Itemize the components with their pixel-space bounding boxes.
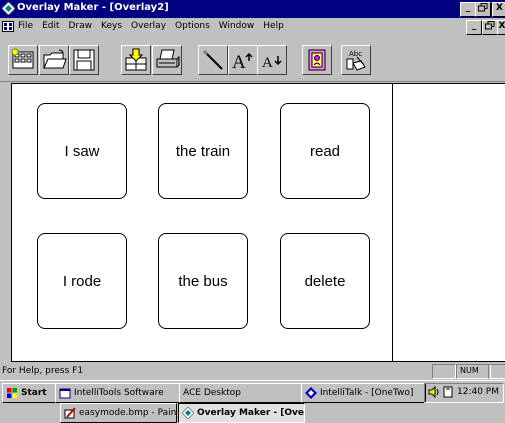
print-button[interactable] <box>152 45 182 75</box>
key-label: delete <box>304 272 346 290</box>
magic-wand-icon <box>202 49 223 70</box>
new-overlay-icon <box>11 48 34 69</box>
abc-label: Abc <box>349 50 362 58</box>
taskbar-button-easymode-paint[interactable]: easymode.bmp - Paint <box>60 403 177 423</box>
font-smaller-icon: A <box>262 55 282 71</box>
minimize-button[interactable]: _ <box>460 2 476 17</box>
overlay-key-read[interactable]: read <box>280 103 370 199</box>
open-file-button[interactable] <box>39 45 69 75</box>
start-button[interactable]: Start <box>2 383 57 403</box>
restore-icon <box>485 21 495 30</box>
status-pane-empty <box>488 364 505 379</box>
picture-icon <box>308 49 326 71</box>
side-panel <box>393 83 505 362</box>
overlay-key-i-rode[interactable]: I rode <box>37 233 127 329</box>
picture-button[interactable] <box>302 45 332 75</box>
restore-icon <box>478 3 488 12</box>
taskbar-button-ace-desktop[interactable]: ACE Desktop <box>179 383 304 403</box>
spell-check-icon: Abc <box>346 50 366 71</box>
document-minimize-button[interactable]: _ <box>466 20 482 35</box>
overlay-maker-app-icon <box>2 2 15 15</box>
taskbar-button-label: easymode.bmp - Paint <box>79 408 177 418</box>
taskbar-clock: 12:40 PM <box>457 387 499 397</box>
taskbar-button-label: IntelliTools Software <box>74 388 164 398</box>
key-label: I saw <box>64 142 100 160</box>
taskbar: Start IntelliTools Software ACE Desktop … <box>0 380 505 423</box>
font-smaller-label: A <box>262 55 273 71</box>
overlay-key-i-saw[interactable]: I saw <box>37 103 127 199</box>
taskbar-button-label: IntelliTalk - [OneTwo] <box>320 388 414 398</box>
overlay-canvas[interactable]: I saw the train read I rode the bus dele… <box>11 83 393 362</box>
key-label: read <box>309 142 341 160</box>
font-larger-button[interactable]: A <box>228 45 258 75</box>
import-arrow-icon <box>125 48 147 71</box>
menu-help[interactable]: Help <box>263 21 284 31</box>
paint-brush-icon <box>64 407 76 419</box>
intellitalk-icon <box>305 387 317 399</box>
menu-window[interactable]: Window <box>219 21 255 31</box>
windows-logo-icon <box>7 388 17 398</box>
num-lock-indicator: NUM <box>456 364 491 379</box>
font-smaller-button[interactable]: A <box>257 45 287 75</box>
canvas-left-margin <box>0 83 11 362</box>
document-system-menu-icon[interactable] <box>2 21 14 32</box>
import-button[interactable] <box>121 45 151 75</box>
key-label: the bus <box>178 272 228 290</box>
menu-items: File Edit Draw Keys Overlay Options Wind… <box>18 21 284 31</box>
printer-icon <box>156 49 180 68</box>
overlay-key-delete[interactable]: delete <box>280 233 370 329</box>
pc-card-icon[interactable] <box>442 386 454 398</box>
menu-overlay[interactable]: Overlay <box>131 21 166 31</box>
spell-check-button[interactable]: Abc <box>341 45 371 75</box>
folder-window-icon <box>59 388 71 399</box>
taskbar-button-intellitalk[interactable]: IntelliTalk - [OneTwo] <box>301 383 426 403</box>
taskbar-button-intellitools-software[interactable]: IntelliTools Software <box>55 383 182 403</box>
key-label: the train <box>175 142 231 160</box>
title-bar[interactable]: Overlay Maker - [Overlay2] _ X <box>0 0 505 18</box>
toolbar: A A Abc <box>0 36 505 82</box>
document-close-button[interactable]: X <box>497 20 505 35</box>
menu-options[interactable]: Options <box>175 21 210 31</box>
floppy-disk-icon <box>73 49 95 71</box>
magic-wand-button[interactable] <box>198 45 228 75</box>
start-label: Start <box>21 388 47 398</box>
key-label: I rode <box>62 272 102 290</box>
status-pane-empty <box>432 364 456 379</box>
status-help-text: For Help, press F1 <box>2 366 84 376</box>
document-restore-button[interactable] <box>482 20 498 35</box>
window-title: Overlay Maker - [Overlay2] <box>17 2 169 13</box>
system-tray: 12:40 PM <box>424 383 504 403</box>
speaker-icon[interactable] <box>428 386 440 398</box>
close-button[interactable]: X <box>492 2 505 17</box>
status-bar: For Help, press F1 NUM <box>0 362 505 380</box>
taskbar-button-overlay-maker[interactable]: Overlay Maker - [Over... <box>178 403 305 423</box>
new-overlay-button[interactable] <box>8 45 38 75</box>
open-folder-icon <box>43 49 67 69</box>
font-larger-label: A <box>232 52 246 73</box>
menu-bar: File Edit Draw Keys Overlay Options Wind… <box>0 18 505 36</box>
menu-keys[interactable]: Keys <box>101 21 122 31</box>
overlay-maker-app-icon <box>182 407 194 419</box>
menu-draw[interactable]: Draw <box>69 21 93 31</box>
taskbar-button-label: ACE Desktop <box>183 388 241 398</box>
overlay-key-the-train[interactable]: the train <box>158 103 248 199</box>
save-button[interactable] <box>69 45 99 75</box>
menu-file[interactable]: File <box>18 21 33 31</box>
font-larger-icon: A <box>232 52 253 73</box>
maximize-button[interactable] <box>475 2 491 17</box>
taskbar-button-label: Overlay Maker - [Over... <box>197 408 304 418</box>
menu-edit[interactable]: Edit <box>42 21 59 31</box>
overlay-key-the-bus[interactable]: the bus <box>158 233 248 329</box>
